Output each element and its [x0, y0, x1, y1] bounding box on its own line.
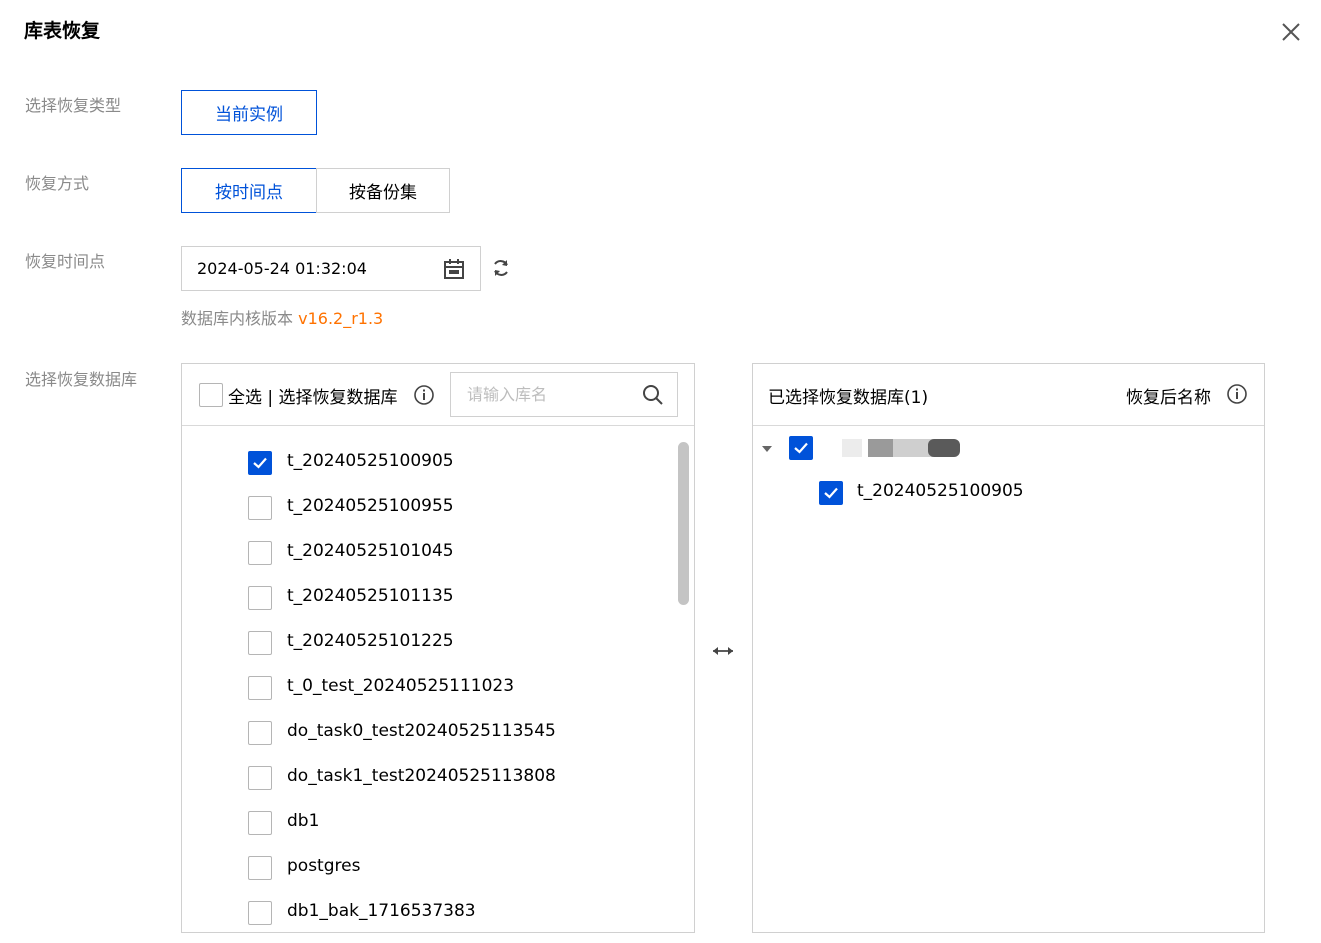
- transfer-arrows-icon: [713, 647, 733, 655]
- list-item[interactable]: db1_bak_1716537383: [182, 892, 672, 937]
- restore-type-label: 选择恢复类型: [25, 96, 122, 115]
- restore-method-label: 恢复方式: [25, 174, 90, 193]
- database-checkbox[interactable]: [248, 766, 272, 790]
- list-item[interactable]: t_20240525100905: [182, 442, 672, 487]
- search-icon[interactable]: [641, 383, 665, 407]
- database-name: t_20240525100905: [287, 451, 454, 471]
- kernel-version-line: 数据库内核版本 v16.2_r1.3: [181, 305, 383, 329]
- check-icon: [253, 457, 267, 469]
- restore-time-input[interactable]: 2024-05-24 01:32:04: [181, 246, 481, 291]
- list-item[interactable]: t_20240525100955: [182, 487, 672, 532]
- database-name: t_20240525101045: [287, 541, 454, 561]
- list-item[interactable]: t_20240525101135: [182, 577, 672, 622]
- info-icon[interactable]: [413, 384, 435, 406]
- list-item[interactable]: db1: [182, 802, 672, 847]
- tree-parent-checkbox[interactable]: [789, 436, 813, 460]
- database-search-box: [450, 372, 678, 417]
- list-item[interactable]: do_task0_test20240525113545: [182, 712, 672, 757]
- restore-time-label: 恢复时间点: [25, 252, 106, 271]
- database-checkbox[interactable]: [248, 856, 272, 880]
- database-name: db1_bak_1716537383: [287, 901, 476, 921]
- database-checkbox[interactable]: [248, 811, 272, 835]
- source-database-panel: 全选 | 选择恢复数据库 t_20240525100905 t_202405251…: [181, 363, 695, 933]
- source-panel-header: 全选 | 选择恢复数据库: [182, 364, 694, 426]
- calendar-icon[interactable]: [441, 256, 467, 282]
- list-item[interactable]: t_20240525101225: [182, 622, 672, 667]
- database-name: t_20240525101225: [287, 631, 454, 651]
- selected-panel-header: 已选择恢复数据库(1) 恢复后名称: [753, 364, 1264, 426]
- restore-by-time-button[interactable]: 按时间点: [181, 168, 317, 213]
- close-icon[interactable]: [1278, 19, 1304, 45]
- database-name: db1: [287, 811, 320, 831]
- database-name: do_task1_test20240525113808: [287, 766, 556, 786]
- list-item[interactable]: t_0_test_20240525111023: [182, 667, 672, 712]
- database-checkbox[interactable]: [248, 451, 272, 475]
- database-name: t_0_test_20240525111023: [287, 676, 515, 696]
- restore-time-value: 2024-05-24 01:32:04: [197, 259, 367, 278]
- database-search-input[interactable]: [451, 373, 636, 416]
- list-item[interactable]: t_20240525101045: [182, 532, 672, 577]
- restore-by-backup-button[interactable]: 按备份集: [316, 168, 450, 213]
- select-database-label: 选择恢复数据库: [25, 370, 138, 389]
- caret-down-icon[interactable]: [760, 444, 774, 454]
- selected-panel-title: 已选择恢复数据库(1): [768, 388, 929, 408]
- database-checkbox[interactable]: [248, 721, 272, 745]
- tree-child-checkbox[interactable]: [819, 481, 843, 505]
- kernel-version-prefix: 数据库内核版本: [181, 309, 294, 328]
- database-checkbox[interactable]: [248, 676, 272, 700]
- database-name: do_task0_test20240525113545: [287, 721, 556, 741]
- database-checkbox[interactable]: [248, 496, 272, 520]
- selected-database-panel: 已选择恢复数据库(1) 恢复后名称 t_20240525100905: [752, 363, 1265, 933]
- redacted-instance-name: [842, 439, 960, 457]
- database-name: postgres: [287, 856, 361, 876]
- refresh-icon[interactable]: [488, 255, 514, 281]
- database-checkbox[interactable]: [248, 901, 272, 925]
- database-name: t_20240525100955: [287, 496, 454, 516]
- select-all-label: 全选 | 选择恢复数据库: [228, 388, 398, 408]
- restore-type-current-instance-button[interactable]: 当前实例: [181, 90, 317, 135]
- tree-child-label: t_20240525100905: [857, 481, 1024, 501]
- scrollbar-thumb[interactable]: [678, 442, 689, 605]
- list-item[interactable]: do_task1_test20240525113808: [182, 757, 672, 802]
- database-name: t_20240525101135: [287, 586, 454, 606]
- database-checkbox[interactable]: [248, 586, 272, 610]
- dialog-title: 库表恢复: [24, 20, 101, 42]
- list-item[interactable]: postgres: [182, 847, 672, 892]
- database-checkbox[interactable]: [248, 541, 272, 565]
- database-checkbox[interactable]: [248, 631, 272, 655]
- restored-name-label: 恢复后名称: [1126, 388, 1211, 408]
- kernel-version-value: v16.2_r1.3: [298, 309, 384, 328]
- info-icon[interactable]: [1226, 383, 1248, 405]
- select-all-checkbox[interactable]: [199, 383, 223, 407]
